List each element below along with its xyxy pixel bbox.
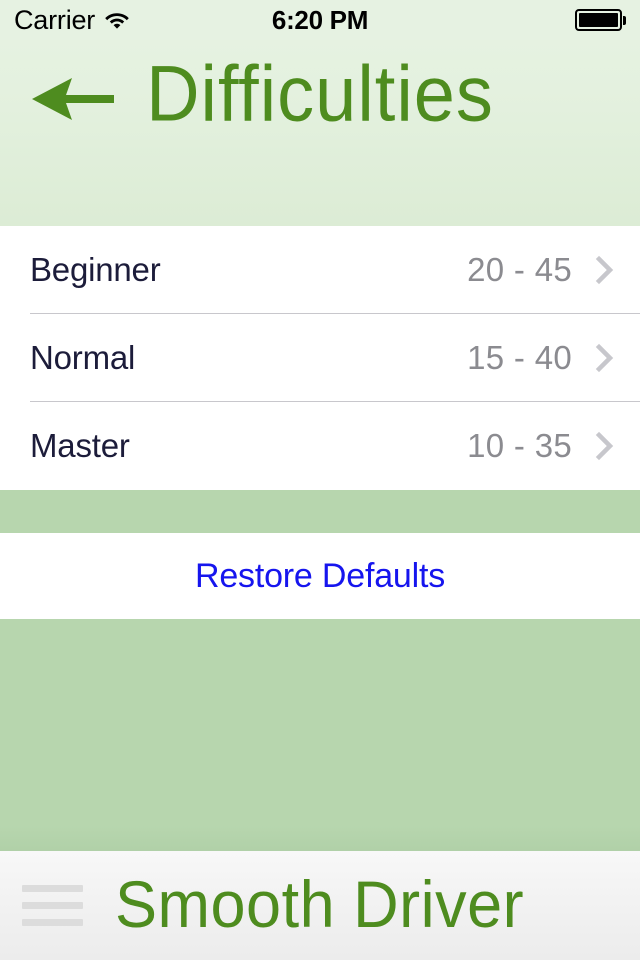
row-label: Beginner <box>30 251 161 288</box>
table-row[interactable]: Normal 15 - 40 <box>0 314 640 402</box>
row-value: 10 - 35 <box>467 427 572 464</box>
row-label: Master <box>30 427 130 464</box>
hamburger-line <box>22 902 83 909</box>
battery-full-icon <box>574 0 626 40</box>
restore-defaults-button[interactable]: Restore Defaults <box>0 533 640 619</box>
battery-cap <box>623 15 626 25</box>
status-time: 6:20 PM <box>271 4 369 35</box>
row-value: 20 - 45 <box>467 251 572 288</box>
bottom-toolbar: Smooth Driver <box>0 851 640 960</box>
row-right: 20 - 45 <box>467 251 640 289</box>
table-row[interactable]: Beginner 20 - 45 <box>0 226 640 314</box>
app-name: Smooth Driver <box>115 868 525 942</box>
hamburger-line <box>22 885 83 892</box>
status-bar: Carrier 6:20 PM <box>0 0 640 40</box>
row-right: 10 - 35 <box>467 427 640 465</box>
section-gap <box>0 490 640 533</box>
battery-body <box>574 9 622 31</box>
battery-fill <box>578 13 618 27</box>
page-title: Difficulties <box>146 49 494 138</box>
table-row[interactable]: Master 10 - 35 <box>0 402 640 490</box>
chevron-right-icon <box>588 429 622 463</box>
hamburger-menu-icon[interactable] <box>22 885 83 926</box>
hamburger-line <box>22 919 83 926</box>
chevron-right-icon <box>588 253 622 287</box>
phone-screen: Difficulties Beginner 20 - 45 Normal 15 … <box>0 0 640 960</box>
row-value: 15 - 40 <box>467 339 572 376</box>
difficulties-list: Beginner 20 - 45 Normal 15 - 40 Master 1… <box>0 226 640 490</box>
chevron-right-icon <box>588 341 622 375</box>
row-right: 15 - 40 <box>467 339 640 377</box>
row-label: Normal <box>30 339 136 376</box>
restore-defaults-label: Restore Defaults <box>194 556 446 595</box>
